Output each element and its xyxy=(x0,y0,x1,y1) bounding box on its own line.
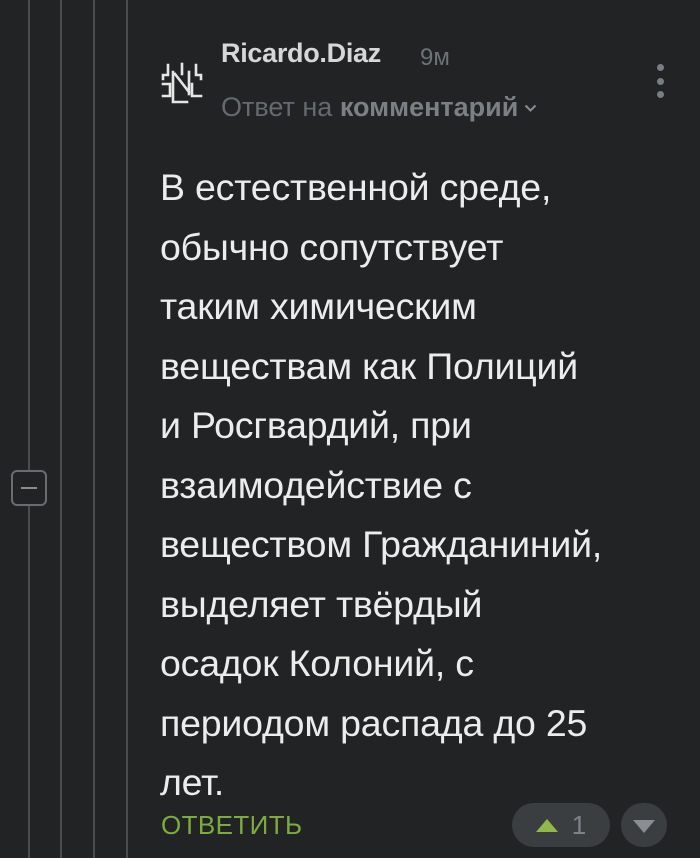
avatar[interactable] xyxy=(159,60,205,106)
reply-target-link[interactable]: комментарий xyxy=(340,92,519,122)
reply-button[interactable]: ОТВЕТИТЬ xyxy=(161,810,303,841)
upvote-button[interactable]: 1 xyxy=(512,803,610,847)
reply-context[interactable]: Ответ на комментарий xyxy=(221,92,537,123)
downvote-button[interactable] xyxy=(621,803,667,847)
author-name[interactable]: Ricardo.Diaz xyxy=(221,38,381,69)
more-dot xyxy=(656,91,664,98)
thread-line-3 xyxy=(93,0,95,858)
downvote-icon xyxy=(633,820,655,833)
more-dot xyxy=(656,77,664,85)
collapse-minus-icon xyxy=(21,487,37,489)
rating-count: 1 xyxy=(571,809,587,840)
thread-line-2 xyxy=(60,0,62,858)
upvote-icon xyxy=(535,818,558,832)
more-vertical-icon xyxy=(656,64,664,71)
collapse-thread-button[interactable] xyxy=(11,470,47,506)
more-options-button[interactable] xyxy=(646,64,674,98)
thread-line-1 xyxy=(28,0,30,858)
reply-prefix: Ответ на xyxy=(221,92,333,122)
thread-line-4 xyxy=(126,0,128,858)
chevron-down-icon[interactable] xyxy=(524,104,537,113)
comment-text: В естественной среде, обычно сопутствует… xyxy=(160,166,603,803)
comment-time: 9м xyxy=(420,44,450,71)
